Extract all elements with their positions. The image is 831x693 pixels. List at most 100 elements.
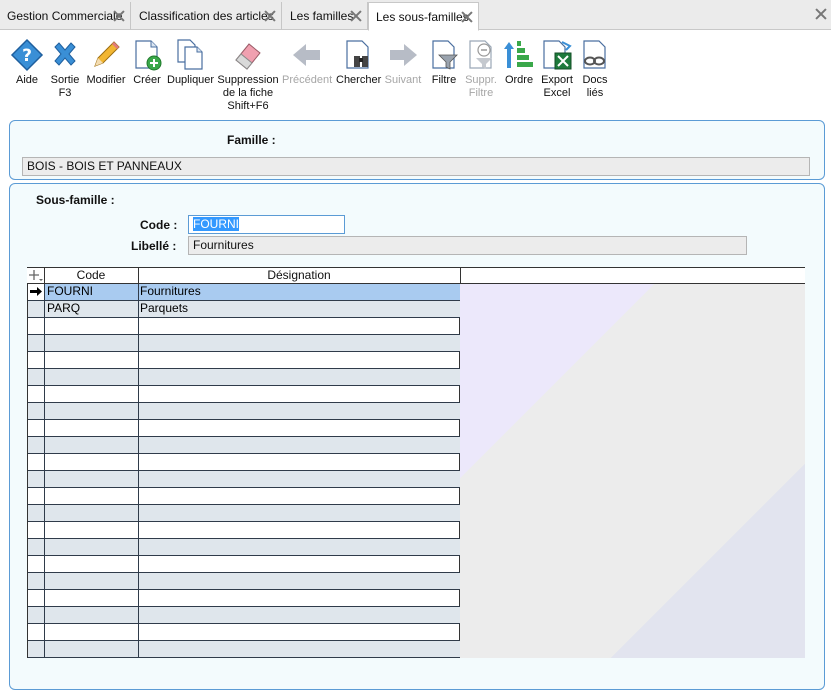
row-indicator[interactable] [28, 641, 45, 657]
tab-classification-articles[interactable]: Classification des articles [132, 2, 282, 30]
row-indicator[interactable] [28, 607, 45, 623]
cell-code[interactable] [45, 539, 139, 555]
cell-code[interactable]: PARQ [45, 301, 139, 317]
row-indicator[interactable] [28, 352, 45, 368]
cell-designation[interactable] [139, 539, 460, 555]
cell-code[interactable] [45, 369, 139, 385]
row-indicator[interactable] [28, 318, 45, 334]
cell-code[interactable] [45, 318, 139, 334]
table-row[interactable] [28, 454, 460, 471]
suppr-filtre-button[interactable]: Suppr. Filtre [463, 38, 499, 100]
export-excel-button[interactable]: Export Excel [540, 38, 574, 100]
cell-designation[interactable]: Parquets [139, 301, 460, 317]
cell-designation[interactable] [139, 386, 460, 402]
cell-code[interactable] [45, 590, 139, 606]
cell-code[interactable] [45, 641, 139, 657]
table-row[interactable] [28, 403, 460, 420]
creer-button[interactable]: Créer [130, 38, 164, 87]
row-indicator[interactable] [28, 335, 45, 351]
table-row[interactable] [28, 641, 460, 658]
row-indicator[interactable] [28, 505, 45, 521]
cell-code[interactable] [45, 471, 139, 487]
cell-designation[interactable] [139, 522, 460, 538]
cell-designation[interactable] [139, 590, 460, 606]
close-icon[interactable] [113, 10, 125, 22]
tab-les-familles[interactable]: Les familles [283, 2, 368, 30]
cell-designation[interactable] [139, 505, 460, 521]
row-indicator[interactable] [28, 437, 45, 453]
cell-code[interactable] [45, 420, 139, 436]
row-indicator[interactable] [28, 522, 45, 538]
table-row[interactable]: FOURNI Fournitures [28, 284, 460, 301]
cell-code[interactable] [45, 403, 139, 419]
cell-designation[interactable] [139, 607, 460, 623]
row-indicator[interactable] [28, 556, 45, 572]
famille-field[interactable]: BOIS - BOIS ET PANNEAUX [22, 157, 810, 176]
row-indicator[interactable] [28, 488, 45, 504]
cell-code[interactable] [45, 505, 139, 521]
sortie-button[interactable]: Sortie F3 [48, 38, 82, 100]
cell-designation[interactable] [139, 369, 460, 385]
row-indicator[interactable] [28, 590, 45, 606]
cell-designation[interactable] [139, 641, 460, 657]
row-indicator[interactable] [28, 624, 45, 640]
add-column-icon[interactable] [27, 268, 44, 284]
cell-code[interactable] [45, 573, 139, 589]
suivant-button[interactable]: Suivant [383, 38, 423, 87]
tab-gestion-commerciale[interactable]: Gestion Commerciale [0, 2, 131, 30]
cell-designation[interactable] [139, 624, 460, 640]
column-header-designation[interactable]: Désignation [138, 268, 460, 284]
table-row[interactable] [28, 318, 460, 335]
cell-designation[interactable] [139, 352, 460, 368]
table-row[interactable] [28, 624, 460, 641]
row-indicator[interactable] [28, 369, 45, 385]
cell-designation[interactable] [139, 437, 460, 453]
column-header-code[interactable]: Code [44, 268, 138, 284]
row-indicator[interactable] [28, 539, 45, 555]
precedent-button[interactable]: Précédent [282, 38, 332, 87]
cell-code[interactable] [45, 624, 139, 640]
cell-code[interactable] [45, 488, 139, 504]
cell-code[interactable] [45, 386, 139, 402]
row-indicator[interactable] [28, 420, 45, 436]
suppression-button[interactable]: Suppression de la fiche Shift+F6 [217, 38, 279, 113]
cell-designation[interactable]: Fournitures [139, 284, 460, 300]
table-row[interactable] [28, 335, 460, 352]
table-row[interactable] [28, 539, 460, 556]
ordre-button[interactable]: Ordre [502, 38, 536, 87]
cell-designation[interactable] [139, 488, 460, 504]
filtre-button[interactable]: Filtre [427, 38, 461, 87]
cell-designation[interactable] [139, 420, 460, 436]
cell-code[interactable] [45, 454, 139, 470]
table-row[interactable] [28, 471, 460, 488]
row-indicator[interactable] [28, 386, 45, 402]
window-close-icon[interactable] [815, 8, 827, 20]
cell-code[interactable] [45, 556, 139, 572]
cell-designation[interactable] [139, 318, 460, 334]
row-indicator[interactable] [28, 301, 45, 317]
cell-designation[interactable] [139, 556, 460, 572]
cell-code[interactable] [45, 522, 139, 538]
aide-button[interactable]: ? Aide [10, 38, 44, 87]
cell-code[interactable] [45, 335, 139, 351]
chercher-button[interactable]: Chercher [336, 38, 381, 87]
close-icon[interactable] [350, 10, 362, 22]
cell-code[interactable] [45, 437, 139, 453]
row-indicator[interactable] [28, 573, 45, 589]
cell-designation[interactable] [139, 403, 460, 419]
table-row[interactable] [28, 352, 460, 369]
row-indicator[interactable] [28, 284, 45, 300]
tab-les-sous-familles[interactable]: Les sous-familles [368, 2, 479, 31]
modifier-button[interactable]: Modifier [86, 38, 126, 87]
close-icon[interactable] [461, 11, 473, 23]
row-indicator[interactable] [28, 403, 45, 419]
table-row[interactable] [28, 386, 460, 403]
row-indicator[interactable] [28, 454, 45, 470]
cell-code[interactable] [45, 607, 139, 623]
cell-code[interactable] [45, 352, 139, 368]
table-row[interactable] [28, 607, 460, 624]
cell-designation[interactable] [139, 573, 460, 589]
table-row[interactable]: PARQ Parquets [28, 301, 460, 318]
cell-designation[interactable] [139, 471, 460, 487]
docs-lies-button[interactable]: Docs liés [578, 38, 612, 100]
